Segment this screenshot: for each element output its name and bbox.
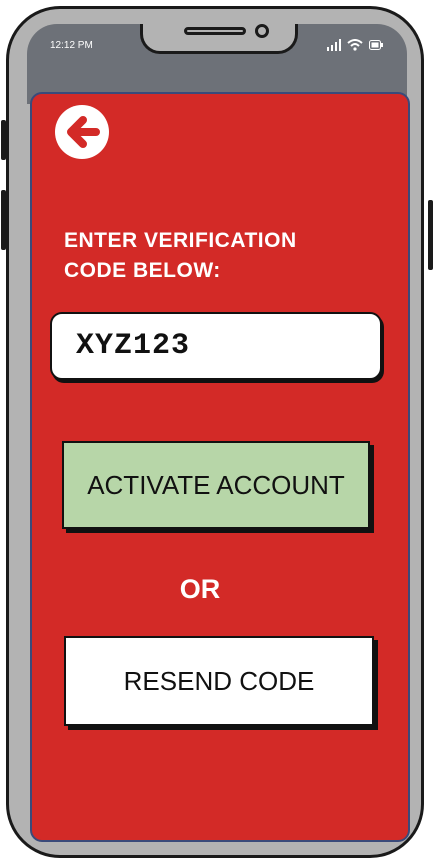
activate-account-button[interactable]: ACTIVATE ACCOUNT <box>62 441 370 529</box>
battery-icon <box>369 40 383 50</box>
phone-side-button <box>1 120 6 160</box>
resend-code-button[interactable]: RESEND CODE <box>64 636 374 726</box>
or-divider-label: OR <box>179 574 221 604</box>
status-time: 12:12 PM <box>50 40 93 51</box>
back-arrow-icon[interactable] <box>54 104 110 160</box>
speaker-icon <box>184 27 246 35</box>
verification-instruction: ENTER VERIFICATION CODE BELOW: <box>64 226 364 286</box>
cellular-signal-icon <box>327 39 341 51</box>
verification-code-input[interactable] <box>50 312 382 380</box>
wifi-icon <box>347 39 363 51</box>
instruction-line-1: ENTER VERIFICATION <box>64 229 297 252</box>
phone-side-button <box>428 200 433 270</box>
phone-side-button <box>1 190 6 250</box>
camera-icon <box>255 24 269 38</box>
instruction-line-2: CODE BELOW: <box>64 259 221 282</box>
